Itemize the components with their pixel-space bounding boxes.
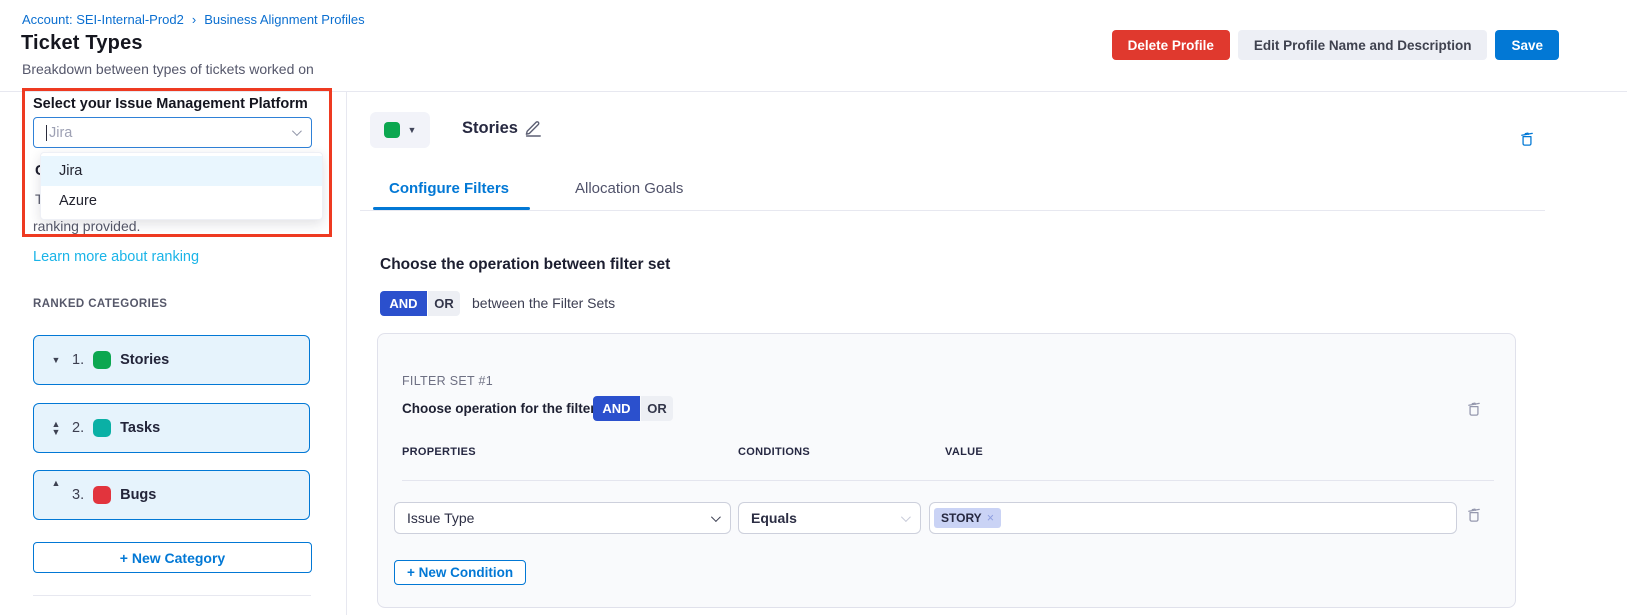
text-cursor — [46, 125, 47, 141]
category-rank: 2. — [72, 420, 84, 436]
filter-set-panel: FILTER SET #1 Choose operation for the f… — [377, 333, 1516, 608]
column-header-value: VALUE — [945, 446, 983, 458]
new-condition-button[interactable]: + New Condition — [394, 560, 526, 585]
platform-option-azure[interactable]: Azure — [41, 186, 322, 216]
page-subtitle: Breakdown between types of tickets worke… — [22, 61, 314, 77]
filters-operation-label: Choose operation for the filters — [402, 401, 603, 416]
category-card-stories[interactable]: ▼ 1. Stories — [33, 335, 310, 385]
sidebar-divider — [33, 595, 311, 596]
value-multiselect-input[interactable]: STORY × — [929, 502, 1457, 534]
edit-category-name-button[interactable] — [524, 118, 543, 140]
platform-select-label: Select your Issue Management Platform — [33, 96, 308, 112]
or-toggle-option[interactable]: OR — [641, 396, 673, 421]
move-up-icon[interactable]: ▲ — [52, 479, 61, 487]
new-category-button[interactable]: + New Category — [33, 542, 312, 573]
condition-select[interactable]: Equals — [738, 502, 921, 534]
category-color-dropdown[interactable]: ▼ — [370, 112, 430, 148]
platform-dropdown-menu: Jira Azure — [40, 152, 323, 220]
page-header: Account: SEI-Internal-Prod2 › Business A… — [0, 0, 1627, 92]
column-header-conditions: CONDITIONS — [738, 446, 810, 458]
remove-tag-icon[interactable]: × — [987, 511, 994, 525]
main-panel: ▼ Stories Configure Filters Allocation G… — [347, 92, 1627, 615]
and-toggle-option[interactable]: AND — [380, 291, 427, 316]
filter-sets-caption: between the Filter Sets — [472, 295, 615, 311]
filters-and-or-toggle: AND OR — [593, 396, 673, 421]
property-select-value: Issue Type — [407, 510, 474, 526]
pencil-icon — [524, 118, 543, 137]
save-button[interactable]: Save — [1495, 30, 1559, 60]
delete-profile-button[interactable]: Delete Profile — [1112, 30, 1230, 60]
platform-input-placeholder: Jira — [49, 125, 292, 141]
breadcrumb-profiles-link[interactable]: Business Alignment Profiles — [204, 12, 364, 27]
value-tag-story: STORY × — [934, 508, 1001, 528]
ranking-provided-text: ranking provided. — [33, 218, 140, 234]
platform-option-jira[interactable]: Jira — [41, 156, 322, 186]
category-rank: 1. — [72, 352, 84, 368]
filter-set-title: FILTER SET #1 — [402, 374, 493, 388]
category-card-bugs[interactable]: ▲ 3. Bugs — [33, 470, 310, 520]
sidebar: Select your Issue Management Platform Ji… — [0, 92, 347, 615]
trash-icon — [1466, 400, 1482, 417]
category-name: Stories — [120, 352, 169, 368]
breadcrumb: Account: SEI-Internal-Prod2 › Business A… — [22, 12, 365, 27]
or-toggle-option[interactable]: OR — [428, 291, 460, 316]
value-tag-label: STORY — [941, 511, 982, 525]
trash-icon — [1466, 506, 1482, 523]
category-name: Tasks — [120, 420, 160, 436]
chevron-down-icon — [292, 126, 302, 136]
selected-color-swatch — [384, 122, 400, 138]
bugs-color-swatch — [93, 486, 111, 504]
tabs-divider — [360, 210, 1545, 211]
condition-select-value: Equals — [751, 510, 797, 526]
tab-configure-filters[interactable]: Configure Filters — [389, 180, 509, 197]
column-header-properties: PROPERTIES — [402, 446, 476, 458]
move-down-icon[interactable]: ▼ — [52, 356, 61, 364]
tasks-color-swatch — [93, 419, 111, 437]
move-down-icon[interactable]: ▼ — [52, 428, 61, 436]
category-title: Stories — [462, 119, 518, 138]
learn-more-ranking-link[interactable]: Learn more about ranking — [33, 249, 199, 265]
delete-filter-set-button[interactable] — [1466, 400, 1482, 420]
delete-condition-button[interactable] — [1466, 506, 1482, 526]
property-select[interactable]: Issue Type — [394, 502, 731, 534]
header-actions: Delete Profile Edit Profile Name and Des… — [1112, 30, 1559, 60]
category-card-tasks[interactable]: ▲ ▼ 2. Tasks — [33, 403, 310, 453]
app-root: Account: SEI-Internal-Prod2 › Business A… — [0, 0, 1627, 615]
trash-icon — [1519, 130, 1535, 147]
ranked-categories-label: RANKED CATEGORIES — [33, 298, 167, 310]
filter-set-operation-heading: Choose the operation between filter set — [380, 256, 670, 274]
breadcrumb-separator-icon: › — [192, 12, 196, 27]
caret-down-icon: ▼ — [408, 125, 417, 135]
stories-color-swatch — [93, 351, 111, 369]
columns-divider — [402, 480, 1494, 481]
and-toggle-option[interactable]: AND — [593, 396, 640, 421]
chevron-down-icon — [901, 512, 911, 522]
breadcrumb-account-link[interactable]: Account: SEI-Internal-Prod2 — [22, 12, 184, 27]
filter-sets-and-or-toggle: AND OR — [380, 291, 460, 316]
platform-select-input[interactable]: Jira — [33, 117, 312, 148]
category-rank: 3. — [72, 487, 84, 503]
tab-allocation-goals[interactable]: Allocation Goals — [575, 180, 683, 197]
chevron-down-icon — [711, 512, 721, 522]
delete-category-button[interactable] — [1519, 130, 1535, 150]
category-name: Bugs — [120, 487, 156, 503]
edit-profile-button[interactable]: Edit Profile Name and Description — [1238, 30, 1488, 60]
page-title: Ticket Types — [21, 32, 143, 55]
